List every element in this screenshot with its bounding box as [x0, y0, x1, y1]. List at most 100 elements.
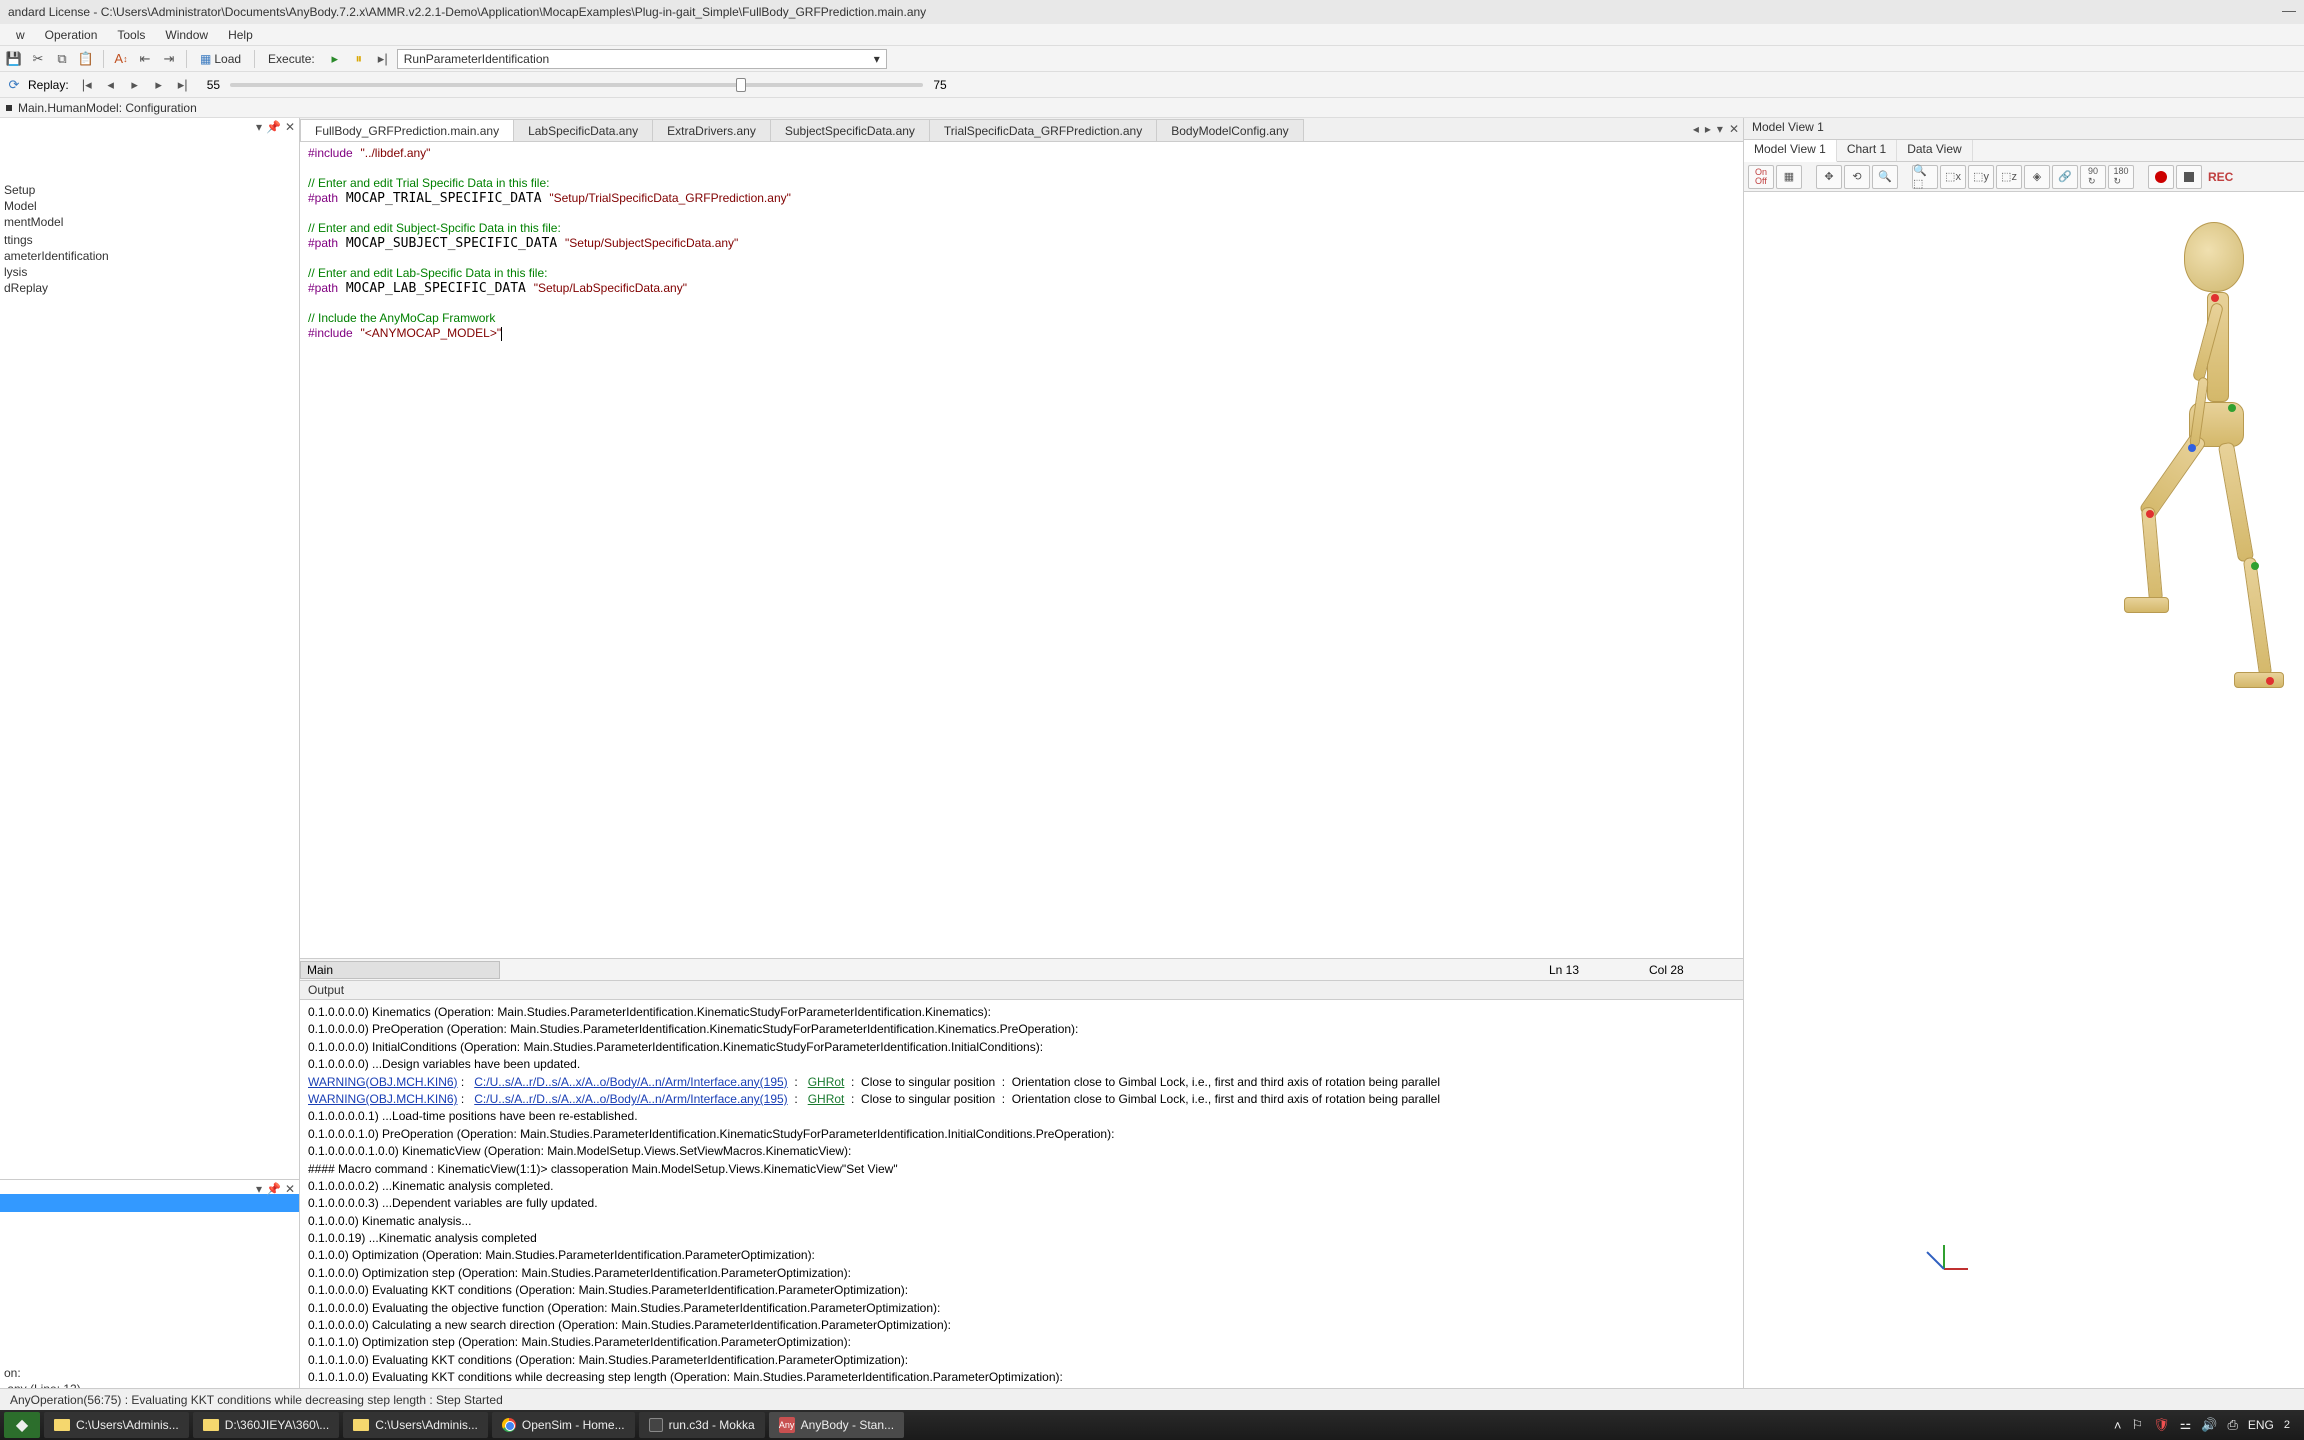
mv-rotate-icon[interactable]: ⟲	[1844, 165, 1870, 189]
tree-item[interactable]: Setup	[0, 182, 299, 198]
tab-data-view[interactable]: Data View	[1897, 140, 1972, 161]
mv-onoff-button[interactable]: OnOff	[1748, 165, 1774, 189]
mv-rot180-icon[interactable]: 180↻	[2108, 165, 2134, 189]
load-button[interactable]: ▦ Load	[194, 50, 247, 68]
mv-grid-icon[interactable]: ▦	[1776, 165, 1802, 189]
tab-model-view[interactable]: Model View 1	[1744, 140, 1837, 162]
pane-pin-icon[interactable]: 📌	[266, 1182, 281, 1196]
execute-label: Execute:	[268, 52, 315, 66]
taskbar-item[interactable]: run.c3d - Mokka	[639, 1412, 765, 1438]
window-minimize-icon[interactable]: —	[2282, 2, 2296, 18]
operation-combo[interactable]: RunParameterIdentification ▾	[397, 49, 887, 69]
anybody-icon: Any	[779, 1417, 795, 1433]
cut-icon[interactable]: ✂	[28, 49, 48, 69]
menu-item[interactable]: w	[6, 26, 35, 44]
replay-prev-icon[interactable]: ◂	[101, 75, 121, 95]
marker-icon	[2188, 444, 2196, 452]
mv-view-iso-icon[interactable]: ◈	[2024, 165, 2050, 189]
model-tree-pane: ▾ 📌 ✕ Setup Model mentModel ttings amete…	[0, 118, 299, 1180]
copy-icon[interactable]: ⧉	[52, 49, 72, 69]
tab-file[interactable]: LabSpecificData.any	[513, 119, 653, 141]
tree2-icon[interactable]: ⇥	[159, 49, 179, 69]
replay-last-icon[interactable]: ▸|	[173, 75, 193, 95]
menu-item[interactable]: Tools	[107, 26, 155, 44]
tree-icon[interactable]: ⇤	[135, 49, 155, 69]
tray-time[interactable]: 2	[2284, 1419, 2290, 1431]
tray-network-icon[interactable]: ⚍	[2180, 1417, 2192, 1433]
run-icon[interactable]: ▸	[325, 49, 345, 69]
tab-file[interactable]: ExtraDrivers.any	[652, 119, 771, 141]
tray-chevron-icon[interactable]: ˄	[2114, 1418, 2122, 1433]
tree-item[interactable]: dReplay	[0, 280, 299, 296]
taskbar-item[interactable]: C:\Users\Adminis...	[343, 1412, 488, 1438]
foot-bone	[2234, 672, 2284, 688]
tray-shield-icon[interactable]: 🛡	[2153, 1417, 2170, 1433]
taskbar-item[interactable]: OpenSim - Home...	[492, 1412, 635, 1438]
step-end-icon[interactable]: ▸|	[373, 49, 393, 69]
mv-view-xz-icon[interactable]: ⬚z	[1996, 165, 2022, 189]
pane-dropdown-icon[interactable]: ▾	[256, 1182, 262, 1196]
tree-item[interactable]: lysis	[0, 264, 299, 280]
font-a-icon[interactable]: A↕	[111, 49, 131, 69]
code-editor[interactable]: #include "../libdef.any" // Enter and ed…	[300, 142, 1743, 958]
editor-scope[interactable]: Main	[300, 961, 500, 979]
tab-prev-icon[interactable]: ◂	[1693, 122, 1699, 136]
output-body[interactable]: 0.1.0.0.0.0) Kinematics (Operation: Main…	[300, 1000, 1743, 1393]
menu-item[interactable]: Operation	[35, 26, 108, 44]
mv-zoom-icon[interactable]: 🔍	[1872, 165, 1898, 189]
taskbar-item[interactable]: D:\360JIEYA\360\...	[193, 1412, 340, 1438]
save-icon[interactable]: 💾	[4, 49, 24, 69]
pane-dropdown-icon[interactable]: ▾	[256, 120, 262, 134]
taskbar: ◆ C:\Users\Adminis... D:\360JIEYA\360\..…	[0, 1410, 2304, 1440]
mv-view-xy-icon[interactable]: ⬚x	[1940, 165, 1966, 189]
tree-item[interactable]: mentModel	[0, 214, 299, 230]
tab-chart[interactable]: Chart 1	[1837, 140, 1897, 161]
tree-item[interactable]: ameterIdentification	[0, 248, 299, 264]
pane-close-icon[interactable]: ✕	[285, 120, 295, 134]
mv-zoom-rect-icon[interactable]: 🔍⬚	[1912, 165, 1938, 189]
editor-line: Ln 13	[1543, 963, 1643, 977]
mv-view-yz-icon[interactable]: ⬚y	[1968, 165, 1994, 189]
tray-flag-icon[interactable]: ⚐	[2131, 1417, 2143, 1433]
model-view-canvas[interactable]	[1744, 192, 2304, 1410]
tree-item[interactable]: Model	[0, 198, 299, 214]
replay-next-icon[interactable]: ▸	[149, 75, 169, 95]
tab-close-icon[interactable]: ✕	[1729, 122, 1739, 136]
pane-pin-icon[interactable]: 📌	[266, 120, 281, 134]
tab-file[interactable]: BodyModelConfig.any	[1156, 119, 1303, 141]
replay-play-icon[interactable]: ▸	[125, 75, 145, 95]
tibia-bone	[2141, 507, 2163, 603]
mv-pan-icon[interactable]: ✥	[1816, 165, 1842, 189]
taskbar-item[interactable]: Any AnyBody - Stan...	[769, 1412, 904, 1438]
slider-thumb[interactable]	[736, 78, 746, 92]
mv-record-icon[interactable]	[2148, 165, 2174, 189]
tray-language[interactable]: ENG	[2248, 1418, 2274, 1432]
tab-list-icon[interactable]: ▾	[1717, 122, 1723, 136]
menu-item[interactable]: Help	[218, 26, 263, 44]
taskbar-item[interactable]: C:\Users\Adminis...	[44, 1412, 189, 1438]
info-pane: ▾ 📌 ✕ on: .any (Line: 12)	[0, 1180, 299, 1410]
tree-item[interactable]: ttings	[0, 232, 299, 248]
mv-stop-icon[interactable]	[2176, 165, 2202, 189]
tray-speaker-icon[interactable]: 🔊	[2201, 1417, 2217, 1433]
tray-icon[interactable]: ⎙	[2227, 1417, 2237, 1433]
tab-file[interactable]: FullBody_GRFPrediction.main.any	[300, 119, 514, 141]
chevron-down-icon: ▾	[874, 52, 880, 66]
replay-icon[interactable]: ⟳	[4, 75, 24, 95]
replay-first-icon[interactable]: |◂	[77, 75, 97, 95]
model-view-title: Model View 1	[1744, 118, 2304, 140]
pause-icon[interactable]: ⏸	[349, 49, 369, 69]
start-button[interactable]: ◆	[4, 1412, 40, 1438]
menu-item[interactable]: Window	[155, 26, 218, 44]
replay-current: 55	[207, 78, 220, 92]
tab-file[interactable]: TrialSpecificData_GRFPrediction.any	[929, 119, 1157, 141]
tab-next-icon[interactable]: ▸	[1705, 122, 1711, 136]
paste-icon[interactable]: 📋	[76, 49, 96, 69]
mv-link-icon[interactable]: 🔗	[2052, 165, 2078, 189]
replay-slider[interactable]	[230, 83, 923, 87]
tab-file[interactable]: SubjectSpecificData.any	[770, 119, 930, 141]
mv-rot90-icon[interactable]: 90↻	[2080, 165, 2106, 189]
editor-col: Col 28	[1643, 963, 1743, 977]
pane-close-icon[interactable]: ✕	[285, 1182, 295, 1196]
selected-row[interactable]	[0, 1194, 299, 1212]
